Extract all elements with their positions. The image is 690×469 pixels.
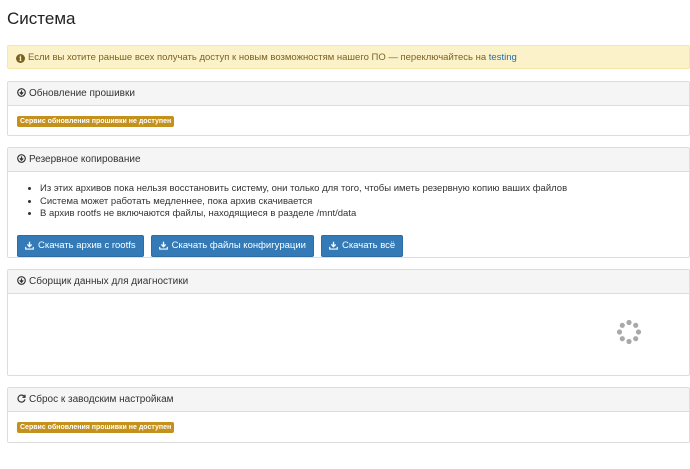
button-label: Скачать архив с rootfs xyxy=(38,240,136,251)
factory-reset-title: Сброс к заводским настройкам xyxy=(29,394,174,405)
list-item: Система может работать медленнее, пока а… xyxy=(40,196,680,209)
diagnostics-panel: Сборщик данных для диагностики xyxy=(7,269,690,376)
info-circle-icon: i xyxy=(16,54,25,63)
list-item: В архив rootfs не включаются файлы, нахо… xyxy=(40,208,680,221)
factory-reset-status-badge: Сервис обновления прошивки не доступен xyxy=(17,422,175,433)
diagnostics-title: Сборщик данных для диагностики xyxy=(29,276,189,287)
download-config-button[interactable]: Скачать файлы конфигурации xyxy=(150,234,314,257)
backup-panel: Резервное копирование Из этих архивов по… xyxy=(7,147,690,258)
testing-link[interactable]: testing xyxy=(489,52,517,63)
alert-text: Если вы хотите раньше всех получать дост… xyxy=(28,52,487,63)
diagnostics-panel-heading: Сборщик данных для диагностики xyxy=(8,270,689,294)
refresh-icon xyxy=(17,394,26,403)
page-title: Система xyxy=(7,9,76,28)
factory-reset-panel: Сброс к заводским настройкам Сервис обно… xyxy=(7,387,690,443)
arrow-circle-down-icon xyxy=(17,88,26,97)
backup-panel-heading: Резервное копирование xyxy=(8,148,689,172)
backup-title: Резервное копирование xyxy=(29,154,141,165)
backup-notes-list: Из этих архивов пока нельзя восстановить… xyxy=(17,183,680,221)
testing-alert: i Если вы хотите раньше всех получать дос… xyxy=(7,45,690,69)
factory-reset-panel-heading: Сброс к заводским настройкам xyxy=(8,388,689,412)
download-icon xyxy=(158,241,168,250)
arrow-circle-down-icon xyxy=(17,154,26,163)
download-icon xyxy=(25,241,34,250)
firmware-panel: Обновление прошивки Сервис обновления пр… xyxy=(7,81,690,136)
spinner-icon xyxy=(616,319,642,345)
button-label: Скачать всё xyxy=(341,240,396,251)
button-label: Скачать файлы конфигурации xyxy=(171,240,306,251)
download-icon xyxy=(329,241,338,250)
list-item: Из этих архивов пока нельзя восстановить… xyxy=(40,183,680,196)
download-all-button[interactable]: Скачать всё xyxy=(320,234,404,257)
firmware-title: Обновление прошивки xyxy=(29,88,135,99)
download-rootfs-button[interactable]: Скачать архив с rootfs xyxy=(17,234,144,257)
firmware-status-badge: Сервис обновления прошивки не доступен xyxy=(17,116,175,127)
arrow-circle-down-icon xyxy=(17,276,26,285)
firmware-panel-heading: Обновление прошивки xyxy=(8,82,689,106)
